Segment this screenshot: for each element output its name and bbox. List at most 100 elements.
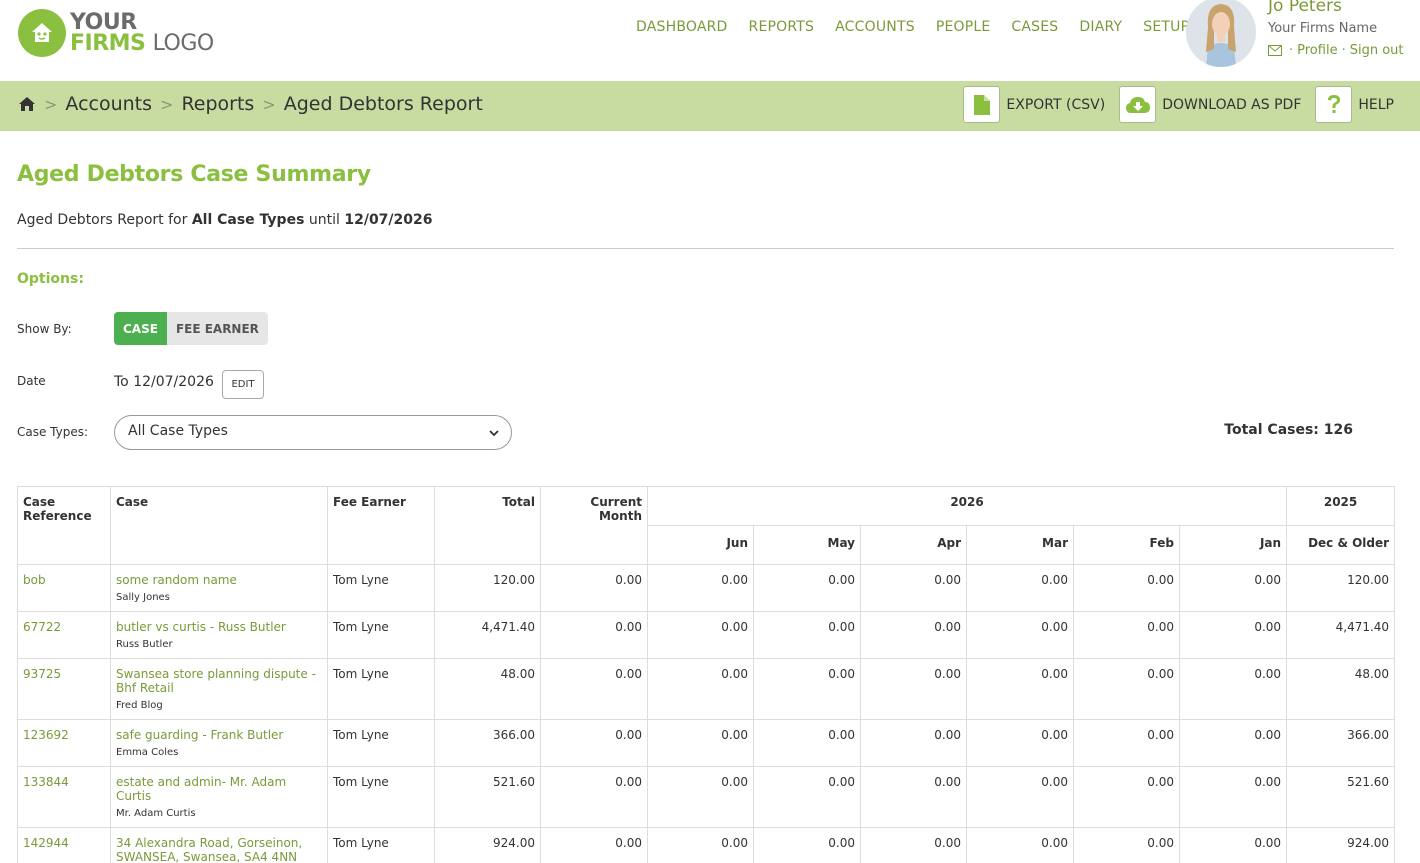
cell-month-value: 0.00 [966, 827, 1074, 863]
show-by-toggle: CASE FEE EARNER [114, 312, 268, 345]
header-year-2026: 2026 [646, 486, 1288, 526]
show-by-fee-earner-option[interactable]: FEE EARNER [167, 312, 268, 345]
cell-month-value: 0.00 [1073, 658, 1180, 720]
breadcrumb-separator: > [262, 94, 276, 114]
aged-debtors-table: Case Reference Case Fee Earner Total Cur… [17, 486, 1396, 863]
cell-month-value: 0.00 [1073, 564, 1180, 612]
header-month-jun[interactable]: Jun [647, 525, 754, 565]
top-header: YOUR FIRMS LOGO DASHBOARD REPORTS ACCOUN… [0, 0, 1420, 81]
cell-dec-older: 366.00 [1286, 719, 1396, 767]
cloud-download-icon [1119, 86, 1157, 123]
cell-month-value: 0.00 [1073, 611, 1180, 659]
case-reference-link[interactable]: bob [23, 573, 46, 587]
cell-month-value: 0.00 [1178, 719, 1288, 767]
case-reference-link[interactable]: 123692 [23, 728, 69, 742]
header-case[interactable]: Case [110, 486, 328, 565]
cell-current-month: 0.00 [540, 564, 648, 612]
header-case-reference[interactable]: Case Reference [17, 486, 111, 565]
table-row[interactable]: bob some random name Sally Jones Tom Lyne 12… [17, 564, 1396, 612]
nav-accounts[interactable]: ACCOUNTS [835, 19, 915, 35]
table-row[interactable]: 93725 Swansea store planning dispute - Bh… [17, 658, 1396, 720]
cell-dec-older: 120.00 [1286, 564, 1396, 612]
header-month-apr[interactable]: Apr [860, 525, 967, 565]
cell-dec-older: 48.00 [1286, 658, 1396, 720]
case-link[interactable]: estate and admin- Mr. Adam Curtis [116, 775, 286, 803]
avatar[interactable] [1186, 0, 1256, 67]
user-name[interactable]: Jo Peters [1268, 0, 1342, 16]
date-value: To 12/07/2026 [114, 374, 214, 390]
case-link[interactable]: butler vs curtis - Russ Butler [116, 620, 286, 634]
header-dec-older[interactable]: Dec & Older [1286, 525, 1396, 565]
cell-fee-earner: Tom Lyne [327, 766, 435, 828]
case-link[interactable]: safe guarding - Frank Butler [116, 728, 283, 742]
case-reference-link[interactable]: 93725 [23, 667, 61, 681]
case-link[interactable]: 34 Alexandra Road, Gorseinon, SWANSEA, S… [116, 836, 302, 863]
cell-current-month: 0.00 [540, 766, 648, 828]
cell-month-value: 0.00 [1178, 658, 1288, 720]
home-icon[interactable] [18, 96, 36, 112]
table-row[interactable]: 123692 safe guarding - Frank Butler Emma C… [17, 719, 1396, 767]
show-by-case-option[interactable]: CASE [114, 312, 167, 345]
breadcrumb-reports[interactable]: Reports [181, 93, 254, 115]
case-link[interactable]: Swansea store planning dispute - Bhf Ret… [116, 667, 316, 695]
cell-month-value: 0.00 [1178, 827, 1288, 863]
nav-cases[interactable]: CASES [1011, 19, 1058, 35]
firm-logo[interactable]: YOUR FIRMS LOGO [18, 9, 214, 57]
envelope-icon[interactable] [1268, 45, 1282, 56]
header-month-may[interactable]: May [753, 525, 861, 565]
sign-out-link[interactable]: Sign out [1350, 43, 1404, 58]
cell-month-value: 0.00 [1178, 564, 1288, 612]
nav-setup[interactable]: SETUP [1143, 19, 1189, 35]
subtitle-prefix: Aged Debtors Report for [17, 212, 192, 228]
cell-month-value: 0.00 [860, 719, 967, 767]
header-month-mar[interactable]: Mar [966, 525, 1074, 565]
download-pdf-button[interactable]: DOWNLOAD AS PDF [1119, 86, 1301, 123]
cell-case-reference: 133844 [17, 766, 111, 828]
header-year-2025: 2025 [1286, 486, 1396, 526]
export-csv-label: EXPORT (CSV) [1006, 96, 1106, 113]
show-by-label: Show By: [17, 322, 72, 336]
header-month-feb[interactable]: Feb [1073, 525, 1180, 565]
cell-case-reference: bob [17, 564, 111, 612]
header-total[interactable]: Total [434, 486, 541, 565]
cell-month-value: 0.00 [1178, 611, 1288, 659]
help-button[interactable]: HELP [1315, 86, 1394, 123]
report-subtitle: Aged Debtors Report for All Case Types u… [17, 212, 433, 228]
table-row[interactable]: 142944 34 Alexandra Road, Gorseinon, SWAN… [17, 827, 1396, 863]
cell-month-value: 0.00 [966, 719, 1074, 767]
case-link[interactable]: some random name [116, 573, 237, 587]
action-buttons: EXPORT (CSV) DOWNLOAD AS PDF HELP [949, 86, 1394, 123]
table-row[interactable]: 133844 estate and admin- Mr. Adam Curtis M… [17, 766, 1396, 828]
breadcrumb-current: Aged Debtors Report [283, 93, 483, 115]
cell-total: 521.60 [434, 766, 541, 828]
cell-month-value: 0.00 [647, 766, 754, 828]
question-icon [1315, 86, 1353, 123]
client-name: Sally Jones [116, 592, 170, 603]
header-month-jan[interactable]: Jan [1178, 525, 1288, 565]
breadcrumb: > Accounts > Reports > Aged Debtors Repo… [18, 93, 483, 115]
subtitle-date: 12/07/2026 [344, 212, 433, 228]
case-reference-link[interactable]: 133844 [23, 775, 69, 789]
client-name: Fred Blog [116, 700, 163, 711]
cell-total: 366.00 [434, 719, 541, 767]
cell-case: safe guarding - Frank Butler Emma Coles [110, 719, 328, 767]
cell-fee-earner: Tom Lyne [327, 719, 435, 767]
export-csv-button[interactable]: EXPORT (CSV) [963, 86, 1105, 123]
header-current-month[interactable]: Current Month [540, 486, 648, 565]
nav-diary[interactable]: DIARY [1079, 19, 1122, 35]
nav-dashboard[interactable]: DASHBOARD [636, 19, 728, 35]
cell-month-value: 0.00 [753, 564, 861, 612]
table-row[interactable]: 67722 butler vs curtis - Russ Butler Russ … [17, 611, 1396, 659]
edit-date-button[interactable]: EDIT [222, 370, 264, 399]
nav-people[interactable]: PEOPLE [936, 19, 991, 35]
cell-month-value: 0.00 [1073, 827, 1180, 863]
breadcrumb-accounts[interactable]: Accounts [65, 93, 152, 115]
case-reference-link[interactable]: 67722 [23, 620, 61, 634]
logo-house-icon [18, 9, 66, 57]
case-types-value: All Case Types [128, 423, 228, 439]
header-fee-earner[interactable]: Fee Earner [327, 486, 435, 565]
case-reference-link[interactable]: 142944 [23, 836, 69, 850]
profile-link[interactable]: Profile [1297, 43, 1337, 58]
nav-reports[interactable]: REPORTS [749, 19, 815, 35]
case-types-select[interactable]: All Case Types [114, 415, 512, 450]
